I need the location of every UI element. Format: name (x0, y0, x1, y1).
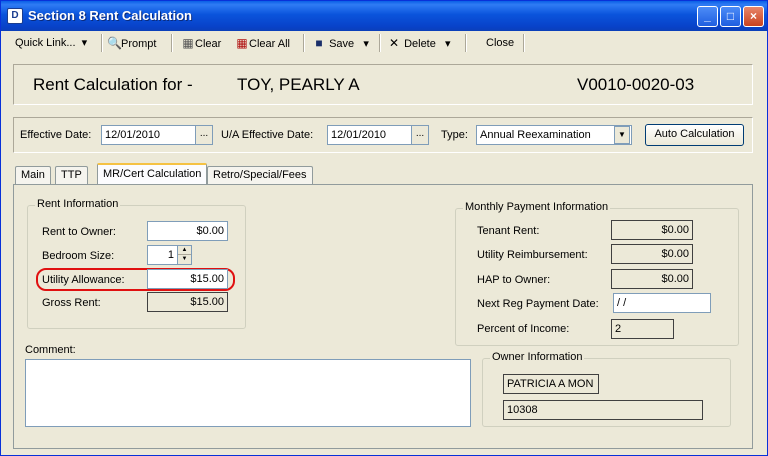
tenant-code: V0010-0020-03 (577, 75, 695, 94)
ua-effective-date-label: U/A Effective Date: (221, 129, 314, 141)
window-title: Section 8 Rent Calculation (28, 8, 192, 23)
type-label: Type: (441, 129, 468, 141)
clear-button[interactable]: ▦Clear (181, 34, 221, 52)
clear-label: Clear (195, 38, 222, 50)
ua-effective-date-picker-button[interactable]: ... (411, 125, 429, 145)
owner-code-field: 10308 (503, 400, 703, 420)
clear-all-button[interactable]: ▦Clear All (235, 34, 290, 52)
close-window-button[interactable]: × (743, 6, 764, 27)
delete-button[interactable]: ✕ Delete ▾ (387, 34, 451, 52)
header-panel: Rent Calculation for - TOY, PEARLY A V00… (13, 64, 753, 105)
percent-of-income-field: 2 (611, 319, 674, 339)
monthly-payment-title: Monthly Payment Information (463, 201, 611, 213)
comment-label: Comment: (25, 344, 76, 356)
delete-x-icon: ✕ (388, 36, 400, 50)
next-reg-payment-date-label: Next Reg Payment Date: (477, 298, 599, 310)
auto-calculation-button[interactable]: Auto Calculation (645, 124, 744, 146)
tab-main[interactable]: Main (15, 166, 51, 184)
effective-date-label: Effective Date: (20, 129, 92, 141)
magnifier-icon: 🔍 (107, 36, 122, 50)
header-label: Rent Calculation for - (33, 75, 193, 94)
chevron-down-icon: ▾ (438, 38, 451, 50)
toolbar-separator (379, 34, 381, 52)
save-button[interactable]: ■ Save ▾ (312, 34, 369, 52)
rent-to-owner-label: Rent to Owner: (42, 226, 116, 238)
clear-all-icon: ▦ (236, 36, 248, 50)
toolbar-separator (465, 34, 467, 52)
chevron-down-icon[interactable]: ▼ (614, 126, 630, 144)
toolbar: Quick Link... ▾ 🔍Prompt ▦Clear ▦Clear Al… (5, 32, 765, 54)
tenant-name: TOY, PEARLY A (237, 75, 360, 94)
tab-mr-cert-calculation[interactable]: MR/Cert Calculation (97, 163, 208, 184)
toolbar-separator (303, 34, 305, 52)
prompt-button[interactable]: 🔍Prompt (107, 34, 156, 52)
filter-panel: Effective Date: 12/01/2010 ... U/A Effec… (13, 117, 753, 153)
rent-information-title: Rent Information (35, 198, 121, 210)
hap-to-owner-field: $0.00 (611, 269, 693, 289)
tenant-rent-label: Tenant Rent: (477, 225, 540, 237)
toolbar-separator (101, 34, 103, 52)
toolbar-separator (523, 34, 525, 52)
utility-allowance-label: Utility Allowance: (42, 274, 125, 286)
prompt-label: Prompt (121, 38, 157, 50)
chevron-down-icon: ▾ (78, 37, 88, 49)
utility-reimbursement-label: Utility Reimbursement: (477, 249, 588, 261)
gross-rent-label: Gross Rent: (42, 297, 101, 309)
rent-calculation-window: D Section 8 Rent Calculation _ □ × Quick… (0, 0, 768, 456)
quick-link-button[interactable]: Quick Link... ▾ (15, 34, 87, 52)
save-label: Save (329, 38, 355, 50)
chevron-down-icon: ▾ (357, 38, 369, 50)
gross-rent-field: $15.00 (147, 292, 228, 312)
tenant-rent-field: $0.00 (611, 220, 693, 240)
close-button[interactable]: Close (486, 34, 514, 52)
delete-label: Delete (404, 38, 436, 50)
bedroom-size-spinner[interactable]: ▲ ▼ (177, 245, 192, 265)
percent-of-income-label: Percent of Income: (477, 323, 570, 335)
utility-allowance-field[interactable]: $15.00 (147, 269, 228, 289)
spin-down-icon[interactable]: ▼ (178, 255, 191, 264)
clear-all-label: Clear All (249, 38, 290, 50)
effective-date-field[interactable]: 12/01/2010 (101, 125, 197, 145)
quick-link-label: Quick Link... (15, 37, 76, 49)
owner-name-field: PATRICIA A MON (503, 374, 599, 394)
toolbar-separator (171, 34, 173, 52)
bedroom-size-field[interactable]: 1 (147, 245, 178, 265)
clear-icon: ▦ (182, 36, 194, 50)
app-icon: D (7, 8, 23, 24)
spin-up-icon[interactable]: ▲ (178, 246, 191, 255)
owner-information-title: Owner Information (490, 351, 585, 363)
rent-to-owner-field[interactable]: $0.00 (147, 221, 228, 241)
utility-reimbursement-field: $0.00 (611, 244, 693, 264)
tab-strip: Main TTP MR/Cert Calculation Retro/Speci… (13, 163, 753, 184)
type-select[interactable]: Annual Reexamination (476, 125, 632, 145)
hap-to-owner-label: HAP to Owner: (477, 274, 551, 286)
maximize-button[interactable]: □ (720, 6, 741, 27)
tab-ttp[interactable]: TTP (55, 166, 88, 184)
tab-retro-special-fees[interactable]: Retro/Special/Fees (207, 166, 313, 184)
minimize-button[interactable]: _ (697, 6, 718, 27)
title-bar[interactable]: D Section 8 Rent Calculation _ □ × (1, 1, 767, 31)
ua-effective-date-field[interactable]: 12/01/2010 (327, 125, 423, 145)
effective-date-picker-button[interactable]: ... (195, 125, 213, 145)
floppy-disk-icon: ■ (315, 36, 323, 50)
comment-textarea[interactable] (25, 359, 471, 427)
bedroom-size-label: Bedroom Size: (42, 250, 115, 262)
next-reg-payment-date-field[interactable]: / / (613, 293, 711, 313)
